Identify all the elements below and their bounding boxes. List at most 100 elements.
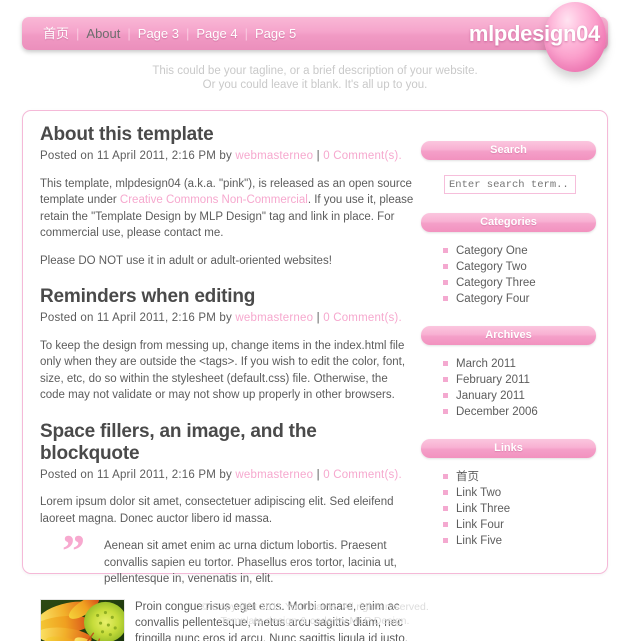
list-item[interactable]: Link Two	[443, 485, 599, 501]
sidebar-search-block: Search	[421, 141, 599, 194]
bullet-square-icon	[443, 361, 448, 366]
bullet-square-icon	[443, 264, 448, 269]
bullet-square-icon	[443, 248, 448, 253]
archive-link[interactable]: March 2011	[456, 358, 516, 370]
sidebar: Search Categories Category One Category …	[421, 141, 599, 568]
list-item[interactable]: January 2011	[443, 388, 599, 404]
nav-item-page-4[interactable]: Page 4	[189, 17, 244, 50]
post-title: Reminders when editing	[40, 286, 256, 307]
post-article: Reminders when editing Posted on 11 Apri…	[40, 286, 415, 404]
content-container: About this template Posted on 11 April 2…	[22, 110, 608, 641]
post-meta-separator: |	[313, 150, 324, 162]
sidebar-heading-search: Search	[421, 141, 596, 160]
bullet-square-icon	[443, 409, 448, 414]
list-item[interactable]: Category One	[443, 243, 599, 259]
sidebar-heading-archives: Archives	[421, 326, 596, 345]
list-item[interactable]: Link Three	[443, 501, 599, 517]
external-link[interactable]: 首页	[456, 471, 479, 483]
links-list: 首页 Link Two Link Three Link Four Link Fi…	[421, 469, 599, 549]
page-root: 首页 | About | Page 3 | Page 4 | Page 5 ml…	[0, 0, 630, 641]
post-title: About this template	[40, 124, 214, 145]
blockquote: ” Aenean sit amet enim ac urna dictum lo…	[62, 528, 415, 588]
nav-item-home[interactable]: 首页	[36, 17, 76, 50]
post-paragraph: Lorem ipsum dolor sit amet, consectetuer…	[40, 496, 394, 525]
post-comments-link[interactable]: 0 Comment(s).	[323, 312, 402, 324]
list-item[interactable]: Link Five	[443, 533, 599, 549]
nav-item-page-3[interactable]: Page 3	[131, 17, 186, 50]
category-link[interactable]: Category One	[456, 245, 528, 257]
bullet-square-icon	[443, 490, 448, 495]
archives-list: March 2011 February 2011 January 2011 De…	[421, 356, 599, 420]
post-meta-prefix: Posted on 11 April 2011, 2:16 PM by	[40, 312, 236, 324]
sidebar-links-block: Links 首页 Link Two Link Three Link Four L…	[421, 439, 599, 549]
post-meta-prefix: Posted on 11 April 2011, 2:16 PM by	[40, 150, 236, 162]
post-paragraph: This template, mlpdesign04 (a.k.a. "pink…	[40, 176, 415, 242]
sidebar-categories-block: Categories Category One Category Two Cat…	[421, 213, 599, 307]
license-link[interactable]: Creative Commons Non-Commercial	[120, 194, 308, 206]
blockquote-text: Aenean sit amet enim ac urna dictum lobo…	[104, 540, 397, 585]
tagline-line-2: Or you could leave it blank. It's all up…	[202, 79, 428, 91]
post-meta-prefix: Posted on 11 April 2011, 2:16 PM by	[40, 468, 236, 481]
post-meta: Posted on 11 April 2011, 2:16 PM by webm…	[40, 467, 415, 484]
external-link[interactable]: Link Three	[456, 503, 510, 515]
bullet-square-icon	[443, 280, 448, 285]
post-paragraph: Please DO NOT use it in adult or adult-o…	[40, 254, 332, 267]
bullet-square-icon	[443, 522, 448, 527]
categories-list: Category One Category Two Category Three…	[421, 243, 599, 307]
post-meta: Posted on 11 April 2011, 2:16 PM by webm…	[40, 310, 415, 327]
list-item[interactable]: December 2006	[443, 404, 599, 420]
quotation-mark-icon: ”	[62, 525, 85, 576]
post-article: About this template Posted on 11 April 2…	[40, 124, 415, 269]
site-header: 首页 | About | Page 3 | Page 4 | Page 5 ml…	[0, 0, 630, 100]
bullet-square-icon	[443, 393, 448, 398]
bullet-square-icon	[443, 506, 448, 511]
external-link[interactable]: Link Five	[456, 535, 502, 547]
post-author-link[interactable]: webmasterneo	[235, 312, 313, 324]
post-title: Space fillers, an image, and the blockqu…	[40, 420, 317, 464]
post-paragraph: To keep the design from messing up, chan…	[40, 339, 406, 402]
list-item[interactable]: March 2011	[443, 356, 599, 372]
nav-item-about[interactable]: About	[79, 17, 127, 50]
archive-link[interactable]: December 2006	[456, 406, 538, 418]
category-link[interactable]: Category Two	[456, 261, 527, 273]
post-meta-separator: |	[313, 468, 324, 481]
main-content-column: About this template Posted on 11 April 2…	[40, 124, 415, 641]
external-link[interactable]: Link Four	[456, 519, 504, 531]
site-tagline: This could be your tagline, or a brief d…	[0, 64, 630, 92]
nav-separator: |	[244, 26, 248, 41]
post-author-link[interactable]: webmasterneo	[235, 150, 313, 162]
nav-separator: |	[76, 26, 80, 41]
list-item[interactable]: 首页	[443, 469, 599, 485]
nav-separator: |	[185, 26, 190, 41]
search-input[interactable]	[444, 175, 576, 194]
external-link[interactable]: Link Two	[456, 487, 501, 499]
post-author-link[interactable]: webmasterneo	[235, 469, 313, 481]
bullet-square-icon	[443, 474, 448, 479]
archive-link[interactable]: January 2011	[456, 390, 525, 402]
bullet-square-icon	[443, 538, 448, 543]
nav-links-container: 首页 | About | Page 3 | Page 4 | Page 5	[36, 17, 303, 50]
list-item[interactable]: Category Four	[443, 291, 599, 307]
sidebar-heading-links: Links	[421, 439, 596, 458]
post-comments-link[interactable]: 0 Comment(s).	[323, 150, 402, 162]
tagline-line-1: This could be your tagline, or a brief d…	[152, 65, 478, 77]
post-meta-separator: |	[313, 312, 324, 324]
sidebar-archives-block: Archives March 2011 February 2011 Januar…	[421, 326, 599, 420]
bullet-square-icon	[443, 377, 448, 382]
nav-separator: |	[127, 26, 131, 41]
category-link[interactable]: Category Four	[456, 293, 530, 305]
nav-item-page-5[interactable]: Page 5	[248, 17, 303, 50]
category-link[interactable]: Category Three	[456, 277, 536, 289]
post-comments-link[interactable]: 0 Comment(s).	[323, 469, 402, 481]
archive-link[interactable]: February 2011	[456, 374, 530, 386]
site-logo-title: mlpdesign04	[468, 21, 600, 46]
sidebar-heading-categories: Categories	[421, 213, 596, 232]
list-item[interactable]: Category Three	[443, 275, 599, 291]
list-item[interactable]: Category Two	[443, 259, 599, 275]
footer-copyright: © Copyright 2011 Yout Name. All rights r…	[201, 601, 429, 613]
bullet-square-icon	[443, 296, 448, 301]
footer-credit: Template design & code by MLP Design.	[220, 615, 410, 627]
site-footer: © Copyright 2011 Yout Name. All rights r…	[0, 600, 630, 628]
list-item[interactable]: Link Four	[443, 517, 599, 533]
list-item[interactable]: February 2011	[443, 372, 599, 388]
